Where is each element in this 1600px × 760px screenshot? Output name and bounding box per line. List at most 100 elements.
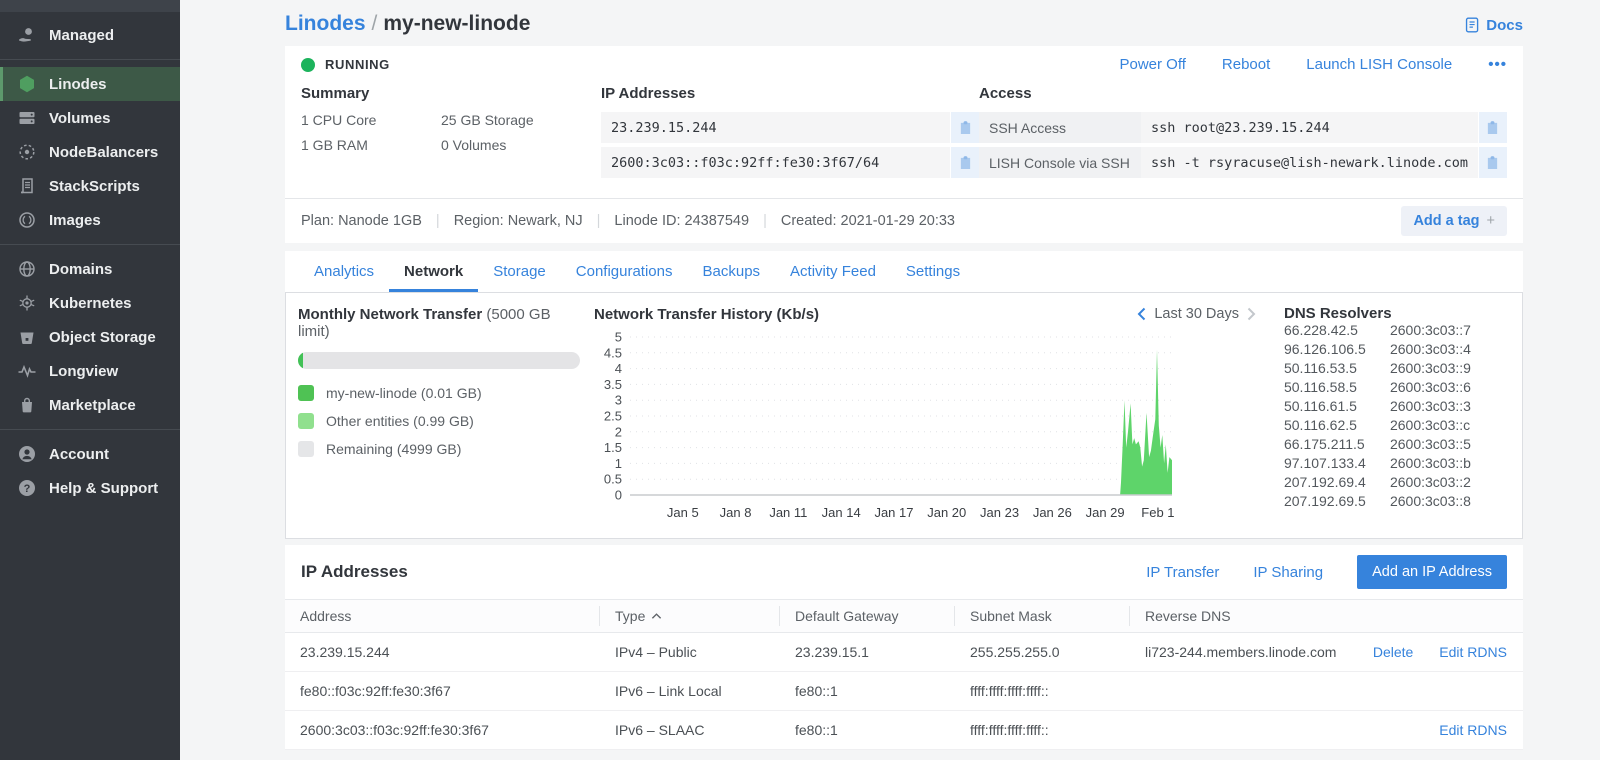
copy-ipv6-button[interactable]: [951, 147, 979, 178]
tab-activity-feed[interactable]: Activity Feed: [775, 251, 891, 292]
legend-chip-other: [298, 413, 314, 429]
cell-rdns: li723-244.members.linode.com: [1130, 644, 1373, 660]
sort-ascending-icon: [651, 612, 662, 620]
sidebar-item-domains[interactable]: Domains: [0, 252, 180, 286]
chevron-left-icon[interactable]: [1137, 307, 1146, 321]
ip-addresses-title: IP Addresses: [601, 85, 979, 102]
page-title: my-new-linode: [383, 12, 530, 35]
dns-row: 50.116.61.52600:3c03::3: [1284, 397, 1512, 416]
sidebar-item-kubernetes[interactable]: Kubernetes: [0, 286, 180, 320]
spec-storage: 25 GB Storage: [441, 112, 601, 128]
cell-gateway: 23.239.15.1: [780, 644, 955, 660]
monthly-transfer-title: Monthly Network Transfer (5000 GB limit): [298, 306, 580, 340]
sidebar-item-linodes[interactable]: Linodes: [0, 67, 180, 101]
svg-text:Jan 14: Jan 14: [822, 505, 861, 520]
column-header-subnet[interactable]: Subnet Mask: [955, 606, 1130, 626]
sidebar-item-longview[interactable]: Longview: [0, 354, 180, 388]
docs-link[interactable]: Docs: [1464, 16, 1523, 34]
table-row-ipv4-public: 23.239.15.244 IPv4 – Public 23.239.15.1 …: [285, 633, 1523, 672]
svg-text:1.5: 1.5: [604, 440, 622, 455]
add-ip-address-button[interactable]: Add an IP Address: [1357, 555, 1507, 589]
ip-addresses-panel: IP Addresses IP Transfer IP Sharing Add …: [285, 545, 1523, 750]
dns-row: 96.126.106.52600:3c03::4: [1284, 340, 1512, 359]
delete-ip-link[interactable]: Delete: [1373, 644, 1413, 660]
docs-label: Docs: [1486, 17, 1523, 34]
sidebar-top-strip: [0, 0, 180, 12]
transfer-legend: my-new-linode (0.01 GB) Other entities (…: [298, 385, 580, 457]
sidebar-item-images[interactable]: Images: [0, 203, 180, 237]
linodes-icon: [17, 74, 37, 94]
edit-rdns-link[interactable]: Edit RDNS: [1439, 644, 1507, 660]
transfer-progress-bar: [298, 352, 580, 369]
breadcrumb-linodes-link[interactable]: Linodes: [285, 12, 366, 35]
sidebar-item-volumes[interactable]: Volumes: [0, 101, 180, 135]
copy-ssh-button[interactable]: [1479, 112, 1507, 143]
running-status-icon: [301, 58, 315, 72]
copy-ipv4-button[interactable]: [951, 112, 979, 143]
ip-transfer-link[interactable]: IP Transfer: [1146, 564, 1219, 581]
sidebar-item-marketplace[interactable]: Marketplace: [0, 388, 180, 422]
sidebar-item-nodebalancers[interactable]: NodeBalancers: [0, 135, 180, 169]
ip-sharing-link[interactable]: IP Sharing: [1253, 564, 1323, 581]
svg-text:Jan 8: Jan 8: [720, 505, 752, 520]
svg-text:Jan 20: Jan 20: [927, 505, 966, 520]
ipv4-address-value: 23.239.15.244: [601, 112, 950, 143]
column-header-rdns[interactable]: Reverse DNS: [1130, 606, 1523, 626]
linode-summary-panel: RUNNING Power Off Reboot Launch LISH Con…: [285, 46, 1523, 243]
column-header-type[interactable]: Type: [600, 606, 780, 626]
cell-type: IPv6 – SLAAC: [600, 722, 780, 738]
linode-meta-bar: Plan: Nanode 1GB | Region: Newark, NJ | …: [301, 213, 955, 229]
sidebar-item-managed[interactable]: Managed: [0, 18, 180, 52]
power-off-button[interactable]: Power Off: [1119, 56, 1185, 73]
sidebar-item-account[interactable]: Account: [0, 437, 180, 471]
dns-row: 207.192.69.52600:3c03::8: [1284, 492, 1512, 511]
legend-label: my-new-linode (0.01 GB): [326, 385, 482, 401]
column-header-gateway[interactable]: Default Gateway: [780, 606, 955, 626]
sidebar-item-label: Account: [49, 446, 109, 463]
more-actions-button[interactable]: •••: [1488, 56, 1507, 73]
svg-text:5: 5: [615, 330, 622, 345]
account-icon: [17, 444, 37, 464]
lish-ssh-label: LISH Console via SSH: [979, 147, 1141, 178]
ipv6-address-value: 2600:3c03::f03c:92ff:fe30:3f67/64: [601, 147, 950, 178]
sidebar-item-label: Domains: [49, 261, 112, 278]
sidebar-item-object-storage[interactable]: Object Storage: [0, 320, 180, 354]
tab-storage[interactable]: Storage: [478, 251, 561, 292]
svg-text:Jan 26: Jan 26: [1033, 505, 1072, 520]
svg-text:3.5: 3.5: [604, 377, 622, 392]
summary-title: Summary: [301, 85, 601, 102]
svg-text:Jan 29: Jan 29: [1086, 505, 1125, 520]
tab-analytics[interactable]: Analytics: [299, 251, 389, 292]
svg-text:Jan 17: Jan 17: [874, 505, 913, 520]
dns-resolvers-title: DNS Resolvers: [1284, 307, 1512, 321]
tab-network[interactable]: Network: [389, 251, 478, 292]
dns-row: 50.116.62.52600:3c03::c: [1284, 416, 1512, 435]
dns-row: 50.116.58.52600:3c03::6: [1284, 378, 1512, 397]
dns-row: 97.107.133.42600:3c03::b: [1284, 454, 1512, 473]
sidebar-item-label: Help & Support: [49, 480, 158, 497]
sidebar-item-help[interactable]: ? Help & Support: [0, 471, 180, 505]
tab-configurations[interactable]: Configurations: [561, 251, 688, 292]
clipboard-icon: [1486, 120, 1499, 135]
sidebar-item-label: StackScripts: [49, 178, 140, 195]
copy-lish-button[interactable]: [1479, 147, 1507, 178]
nodebalancers-icon: [17, 142, 37, 162]
column-header-address[interactable]: Address: [285, 606, 600, 626]
reboot-button[interactable]: Reboot: [1222, 56, 1270, 73]
launch-lish-console-button[interactable]: Launch LISH Console: [1306, 56, 1452, 73]
edit-rdns-link[interactable]: Edit RDNS: [1439, 722, 1507, 738]
tab-backups[interactable]: Backups: [688, 251, 776, 292]
breadcrumb: Linodes/my-new-linode: [285, 12, 530, 36]
dns-resolvers-list: 66.228.42.52600:3c03::7 96.126.106.52600…: [1284, 321, 1512, 511]
domains-icon: [17, 259, 37, 279]
spec-cpu: 1 CPU Core: [301, 112, 441, 128]
bucket-icon: [17, 327, 37, 347]
cell-subnet: ffff:ffff:ffff:ffff::: [955, 722, 1130, 738]
ssh-access-value: ssh root@23.239.15.244: [1141, 112, 1478, 143]
tab-settings[interactable]: Settings: [891, 251, 975, 292]
meta-region: Region: Newark, NJ: [454, 213, 583, 229]
legend-chip-remaining: [298, 441, 314, 457]
add-tag-button[interactable]: Add a tag+: [1401, 206, 1507, 236]
chevron-right-icon[interactable]: [1247, 307, 1256, 321]
sidebar-item-stackscripts[interactable]: StackScripts: [0, 169, 180, 203]
